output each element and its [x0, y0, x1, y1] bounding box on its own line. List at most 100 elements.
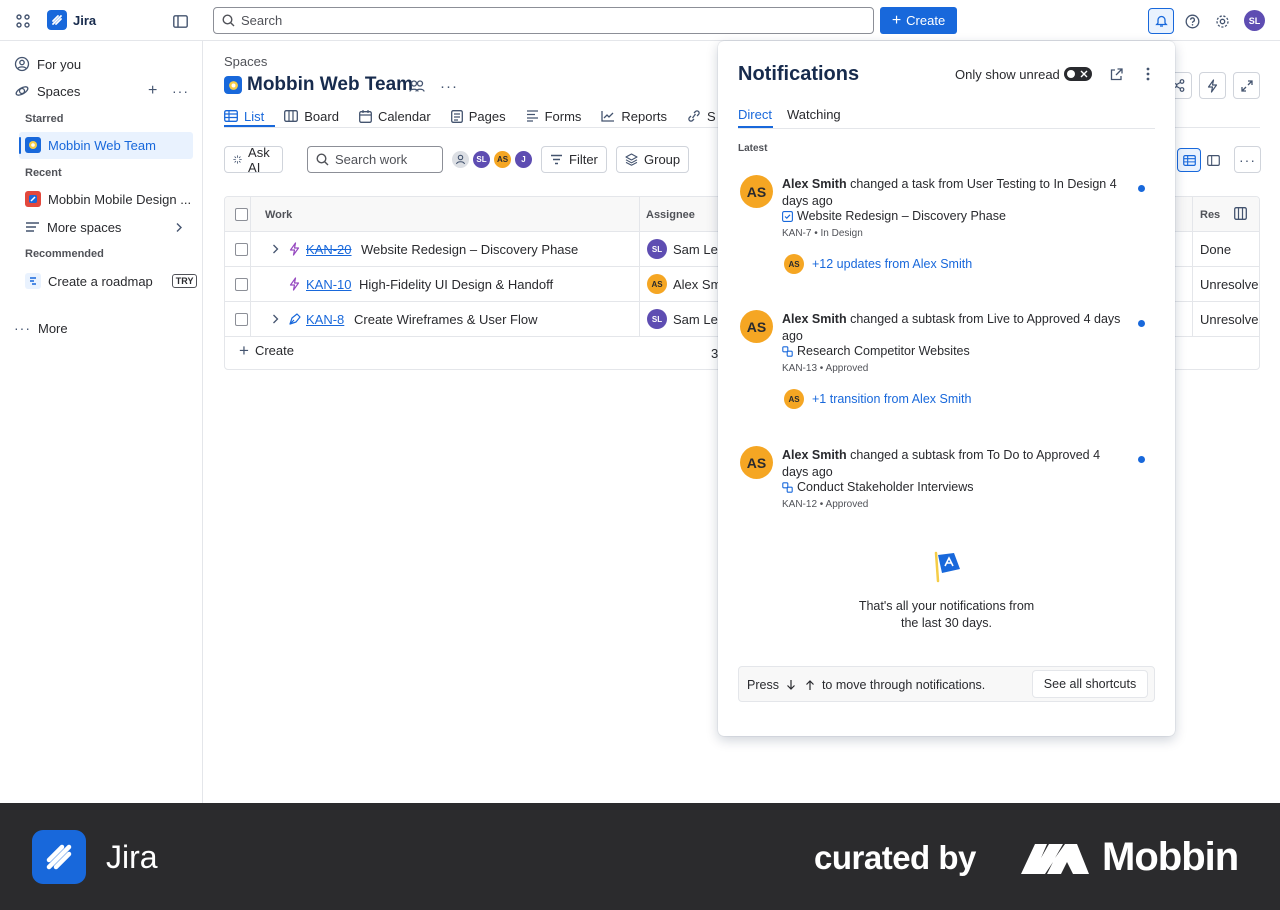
actor-avatar: AS: [740, 310, 773, 343]
help-icon[interactable]: [1179, 8, 1205, 34]
sidebar-item-mobbin-mobile-design[interactable]: Mobbin Mobile Design ...: [25, 187, 191, 211]
open-external-icon[interactable]: [1106, 64, 1126, 84]
sidebar-item-spaces[interactable]: Spaces + ···: [14, 79, 189, 103]
team-people-icon[interactable]: [405, 74, 429, 98]
sidebar-item-more[interactable]: ··· More: [14, 316, 68, 340]
row-checkbox[interactable]: [235, 313, 248, 326]
filter-button[interactable]: Filter: [541, 146, 607, 173]
spaces-more-icon[interactable]: ···: [172, 83, 189, 99]
group-button[interactable]: Group: [616, 146, 690, 173]
row-checkbox[interactable]: [235, 278, 248, 291]
tab-watching[interactable]: Watching: [787, 107, 841, 122]
notification-task[interactable]: Conduct Stakeholder Interviews: [782, 480, 973, 494]
curated-by-label: curated by: [814, 839, 976, 876]
keyboard-shortcut-hint: Press to move through notifications. See…: [738, 666, 1155, 702]
search-work-input[interactable]: [335, 152, 435, 167]
tab-forms[interactable]: Forms: [526, 104, 582, 128]
unread-dot[interactable]: [1138, 320, 1145, 327]
tab-direct[interactable]: Direct: [738, 107, 772, 122]
issue-key-link[interactable]: KAN-20: [306, 242, 352, 257]
assignee-filter-avatar[interactable]: SL: [471, 149, 492, 170]
list-view-icon[interactable]: [1177, 148, 1201, 172]
actor-name: Alex Smith: [782, 448, 847, 462]
tab-more[interactable]: S: [687, 104, 716, 128]
assignee-filter-avatar[interactable]: AS: [492, 149, 513, 170]
create-button[interactable]: + Create: [880, 7, 957, 34]
app-switcher-icon[interactable]: [13, 11, 33, 31]
notification-task[interactable]: Research Competitor Websites: [782, 344, 970, 358]
unread-dot[interactable]: [1138, 456, 1145, 463]
user-avatar[interactable]: SL: [1244, 10, 1265, 31]
project-more-icon[interactable]: ···: [437, 74, 461, 98]
chevron-right-icon[interactable]: [272, 244, 279, 254]
task-title: Research Competitor Websites: [797, 344, 970, 358]
notifications-more-icon[interactable]: [1138, 64, 1158, 84]
section-label-latest: Latest: [738, 143, 768, 154]
global-search[interactable]: [213, 7, 874, 34]
tab-label: Forms: [544, 108, 582, 124]
notification-text: Alex Smith changed a task from User Test…: [782, 176, 1122, 210]
epic-lightning-icon: [289, 242, 300, 256]
notification-task[interactable]: Website Redesign – Discovery Phase: [782, 209, 1006, 223]
plus-icon: +: [239, 340, 249, 360]
create-work-item-button[interactable]: + Create: [239, 340, 294, 360]
issue-summary[interactable]: Create Wireframes & User Flow: [354, 312, 537, 327]
actor-mini-avatar: AS: [784, 254, 804, 274]
notification-text: Alex Smith changed a subtask from Live t…: [782, 311, 1122, 345]
sidebar-item-for-you[interactable]: For you: [14, 52, 81, 76]
assignee-name[interactable]: Alex Sm: [673, 277, 721, 292]
tab-board[interactable]: Board: [284, 104, 339, 128]
unassigned-avatar-icon[interactable]: [450, 149, 471, 170]
row-checkbox[interactable]: [235, 243, 248, 256]
column-header-assignee[interactable]: Assignee: [646, 209, 695, 221]
flag-illustration-icon: [930, 549, 964, 583]
unread-dot[interactable]: [1138, 185, 1145, 192]
settings-gear-icon[interactable]: [1209, 8, 1235, 34]
assignee-filter-avatar[interactable]: J: [513, 149, 534, 170]
ask-ai-button[interactable]: Ask AI: [224, 145, 283, 175]
jira-logo-icon[interactable]: [47, 10, 67, 30]
chevron-right-icon[interactable]: [272, 314, 279, 324]
notifications-panel: Notifications Only show unread Direct Wa…: [718, 41, 1175, 736]
assignee-avatar: SL: [647, 239, 667, 259]
column-settings-icon[interactable]: [1234, 207, 1247, 220]
tab-reports[interactable]: Reports: [601, 104, 667, 128]
detail-view-icon[interactable]: [1201, 148, 1225, 172]
sidebar-item-mobbin-web-team[interactable]: Mobbin Web Team: [25, 133, 156, 157]
plus-icon: +: [891, 11, 902, 29]
only-unread-toggle[interactable]: [1064, 67, 1092, 81]
top-bar: Jira + Create SL: [0, 0, 1280, 41]
add-space-plus-icon[interactable]: +: [148, 82, 157, 100]
column-header-resolution[interactable]: Res: [1200, 209, 1220, 221]
sidebar-item-create-roadmap[interactable]: Create a roadmap TRY: [25, 269, 198, 293]
search-input[interactable]: [241, 13, 841, 28]
column-header-work[interactable]: Work: [265, 209, 292, 221]
breadcrumb[interactable]: Spaces: [224, 54, 267, 69]
tab-calendar[interactable]: Calendar: [358, 104, 431, 128]
fullscreen-expand-icon[interactable]: [1233, 72, 1260, 99]
filter-label: Filter: [569, 152, 598, 167]
try-badge: TRY: [171, 274, 198, 288]
issue-key-link[interactable]: KAN-10: [306, 277, 352, 292]
task-meta: KAN-13 • Approved: [782, 363, 869, 374]
resolution-value[interactable]: Done: [1200, 242, 1231, 257]
expand-updates-link[interactable]: AS +1 transition from Alex Smith: [784, 389, 971, 409]
automation-lightning-icon[interactable]: [1199, 72, 1226, 99]
sidebar-toggle-icon[interactable]: [170, 11, 190, 31]
notifications-bell-icon[interactable]: [1148, 8, 1174, 34]
expand-updates-link[interactable]: AS +12 updates from Alex Smith: [784, 254, 972, 274]
see-all-shortcuts-button[interactable]: See all shortcuts: [1032, 670, 1148, 698]
search-work-field[interactable]: [307, 146, 443, 173]
updates-label: +12 updates from Alex Smith: [812, 257, 973, 271]
resolution-value[interactable]: Unresolved: [1200, 277, 1259, 292]
resolution-value[interactable]: Unresolved: [1200, 312, 1259, 327]
issue-summary[interactable]: High-Fidelity UI Design & Handoff: [359, 277, 553, 292]
tab-pages[interactable]: Pages: [450, 104, 506, 128]
sidebar-item-more-spaces[interactable]: More spaces: [25, 215, 190, 239]
app-name: Jira: [73, 13, 97, 28]
issue-key-link[interactable]: KAN-8: [306, 312, 344, 327]
issue-summary[interactable]: Website Redesign – Discovery Phase: [361, 242, 578, 257]
sparkle-icon: [233, 155, 242, 164]
more-actions-icon[interactable]: ···: [1234, 146, 1261, 173]
select-all-checkbox[interactable]: [235, 208, 248, 221]
